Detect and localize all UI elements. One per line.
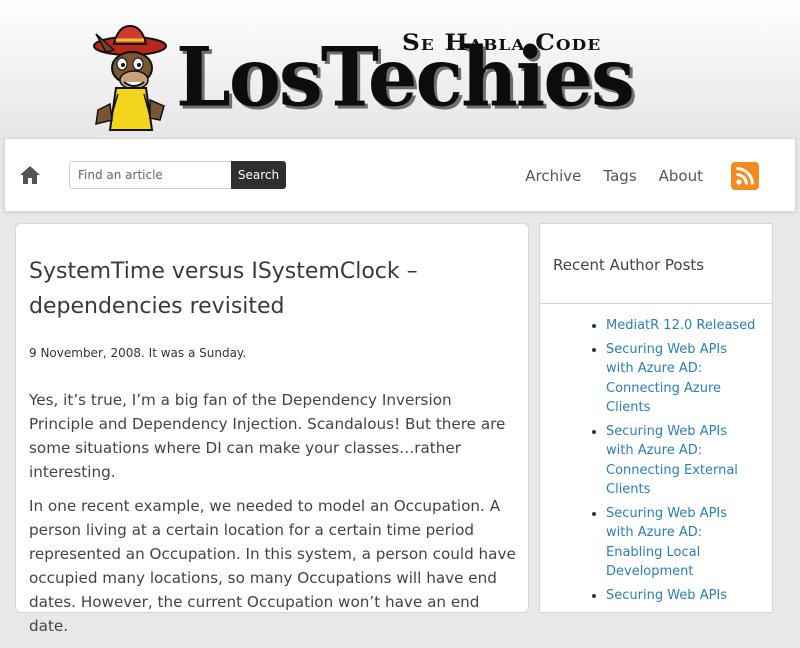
recent-posts-list: MediatR 12.0 Released Securing Web APIs …	[540, 304, 772, 605]
post-date: 9 November, 2008. It was a Sunday.	[29, 346, 247, 360]
post-title[interactable]: SystemTime versus ISystemClock – depende…	[29, 254, 499, 324]
search-button[interactable]: Search	[231, 161, 286, 189]
list-item: Securing Web APIs with Azure AD: Connect…	[606, 340, 756, 418]
post-paragraph: In one recent example, we needed to mode…	[29, 497, 516, 635]
list-item: MediatR 12.0 Released	[606, 316, 756, 336]
rss-feed-icon[interactable]	[731, 162, 759, 190]
site-banner[interactable]: Se Habla Code LosTechies	[0, 0, 800, 140]
recent-post-link[interactable]: Securing Web APIs	[606, 588, 727, 603]
recent-post-link[interactable]: Securing Web APIs with Azure AD: Connect…	[606, 342, 727, 416]
list-item: Securing Web APIs with Azure AD: Enablin…	[606, 504, 756, 582]
article-card: SystemTime versus ISystemClock – depende…	[15, 223, 529, 635]
recent-post-link[interactable]: MediatR 12.0 Released	[606, 318, 755, 333]
post-paragraph: Yes, it’s true, I’m a big fan of the Dep…	[29, 391, 506, 481]
nav-link-tags[interactable]: Tags	[603, 167, 636, 185]
nav-link-archive[interactable]: Archive	[525, 167, 581, 185]
list-item: Securing Web APIs	[606, 586, 756, 606]
home-icon[interactable]	[19, 165, 41, 185]
navbar: Search Archive Tags About	[4, 138, 796, 212]
donkey-mascot-logo	[93, 24, 167, 131]
search-input[interactable]	[69, 161, 231, 189]
nav-links: Archive Tags About	[503, 159, 759, 193]
list-item: Securing Web APIs with Azure AD: Connect…	[606, 422, 756, 500]
recent-post-link[interactable]: Securing Web APIs with Azure AD: Enablin…	[606, 506, 727, 580]
nav-link-about[interactable]: About	[659, 167, 703, 185]
post-body: Yes, it’s true, I’m a big fan of the Dep…	[29, 388, 519, 648]
site-logo-text[interactable]: LosTechies	[176, 35, 635, 120]
recent-post-link[interactable]: Securing Web APIs with Azure AD: Connect…	[606, 424, 738, 498]
rss-glyph-icon	[736, 167, 754, 185]
sidebar: Recent Author Posts MediatR 12.0 Release…	[539, 223, 773, 613]
sidebar-heading: Recent Author Posts	[540, 224, 772, 304]
